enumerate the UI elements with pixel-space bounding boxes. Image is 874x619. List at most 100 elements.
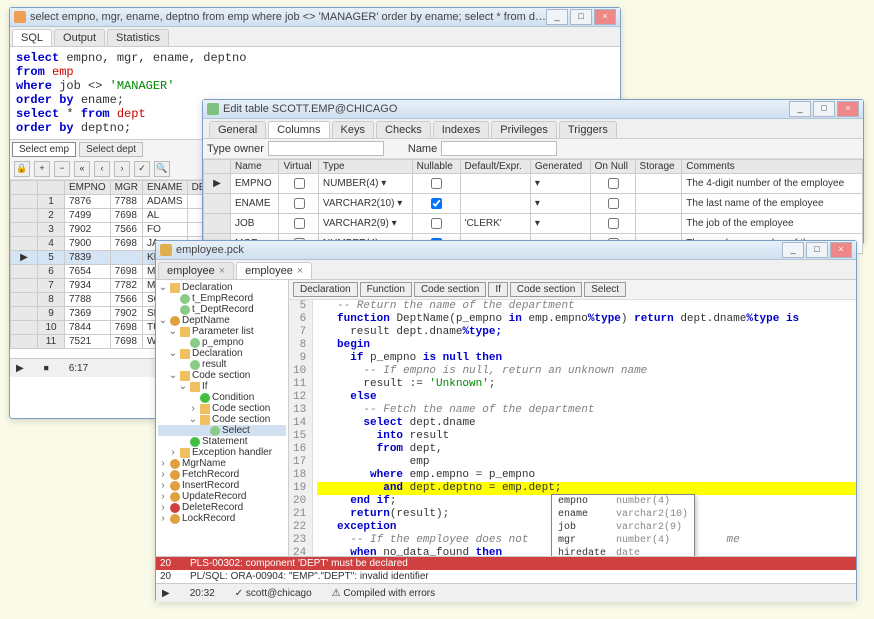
section-code-1[interactable]: Code section [414,282,486,297]
execute-icon[interactable]: ▶ [162,588,170,599]
autocomplete-item[interactable]: hiredatedate [552,547,694,556]
nullable-checkbox[interactable] [431,218,442,229]
table-row[interactable]: ▶EMPNONUMBER(4) ▾ ▾The 4-digit number of… [204,174,863,194]
tree-node-lockrecord[interactable]: ›LockRecord [158,513,286,524]
minimize-button[interactable]: _ [789,101,811,117]
tree-node-if[interactable]: ⌄If [158,381,286,392]
sql-window-icon [14,11,26,23]
table-row[interactable]: 379027566FO [11,223,217,237]
file-tab-employee-1[interactable]: employee× [158,262,234,279]
tree-node-declaration[interactable]: ⌄Declaration [158,348,286,359]
virtual-checkbox[interactable] [294,198,305,209]
autocomplete-item[interactable]: jobvarchar2(9) [552,521,694,534]
sql-window-titlebar[interactable]: select empno, mgr, ename, deptno from em… [10,8,620,27]
close-button[interactable]: × [594,9,616,25]
maximize-button[interactable]: □ [806,242,828,258]
maximize-button[interactable]: □ [813,101,835,117]
maximize-button[interactable]: □ [570,9,592,25]
tree-node-result[interactable]: result [158,359,286,370]
close-button[interactable]: × [830,242,852,258]
tree-node-updaterecord[interactable]: ›UpdateRecord [158,491,286,502]
section-if[interactable]: If [488,282,508,297]
status-user: ✓ scott@chicago [235,588,312,599]
tree-node-deleterecord[interactable]: ›DeleteRecord [158,502,286,513]
section-function[interactable]: Function [360,282,412,297]
stop-icon[interactable]: ⏹ [44,363,49,374]
tree-node-code-section[interactable]: ›Code section [158,403,286,414]
virtual-checkbox[interactable] [294,218,305,229]
commit-button[interactable]: ✓ [134,161,150,177]
edit-table-titlebar[interactable]: Edit table SCOTT.EMP@CHICAGO _ □ × [203,100,863,119]
code-tree[interactable]: ⌄Declarationt_EmpRecordt_DeptRecord⌄Dept… [156,280,289,556]
autocomplete-item[interactable]: empnonumber(4) [552,495,694,508]
tree-node-statement[interactable]: Statement [158,436,286,447]
tree-node-mgrname[interactable]: ›MgrName [158,458,286,469]
tab-checks[interactable]: Checks [376,121,431,138]
first-button[interactable]: « [74,161,90,177]
tab-indexes[interactable]: Indexes [433,121,490,138]
onnull-checkbox[interactable] [608,198,619,209]
section-declaration[interactable]: Declaration [293,282,358,297]
lock-icon[interactable]: 🔒 [14,161,30,177]
close-icon[interactable]: × [297,265,303,277]
table-row[interactable]: 178767788ADAMS [11,195,217,209]
file-tab-employee-2[interactable]: employee× [236,262,312,279]
delete-row-button[interactable]: − [54,161,70,177]
onnull-checkbox[interactable] [608,178,619,189]
execute-icon[interactable]: ▶ [16,363,24,374]
tree-node-condition[interactable]: Condition [158,392,286,403]
edit-table-window: Edit table SCOTT.EMP@CHICAGO _ □ × Gener… [202,99,864,245]
section-select[interactable]: Select [584,282,626,297]
tab-sql[interactable]: SQL [12,29,52,46]
tree-node-fetchrecord[interactable]: ›FetchRecord [158,469,286,480]
tree-node-insertrecord[interactable]: ›InsertRecord [158,480,286,491]
tab-triggers[interactable]: Triggers [559,121,617,138]
subtab-select-emp[interactable]: Select emp [12,142,76,157]
section-code-2[interactable]: Code section [510,282,582,297]
tree-node-declaration[interactable]: ⌄Declaration [158,282,286,293]
minimize-button[interactable]: _ [546,9,568,25]
tree-node-t_deptrecord[interactable]: t_DeptRecord [158,304,286,315]
tree-node-t_emprecord[interactable]: t_EmpRecord [158,293,286,304]
tree-node-code-section[interactable]: ⌄Code section [158,370,286,381]
tab-columns[interactable]: Columns [268,121,329,138]
autocomplete-item[interactable]: enamevarchar2(10) [552,508,694,521]
tree-node-select[interactable]: Select [158,425,286,436]
error-row[interactable]: 20PLS-00302: component 'DEPT' must be de… [156,557,856,570]
name-input[interactable] [441,141,557,156]
nullable-checkbox[interactable] [431,178,442,189]
code-window: employee.pck _ □ × employee× employee× ⌄… [155,240,857,602]
autocomplete-popup[interactable]: empnonumber(4)enamevarchar2(10)jobvarcha… [551,494,695,556]
table-row[interactable]: 274997698AL [11,209,217,223]
code-editor[interactable]: 567891011121314151617181920212223242526 … [289,300,856,556]
nullable-checkbox[interactable] [431,198,442,209]
virtual-checkbox[interactable] [294,178,305,189]
autocomplete-item[interactable]: mgrnumber(4) [552,534,694,547]
tab-output[interactable]: Output [54,29,105,46]
tree-node-code-section[interactable]: ⌄Code section [158,414,286,425]
code-titlebar[interactable]: employee.pck _ □ × [156,241,856,260]
prev-button[interactable]: ‹ [94,161,110,177]
tree-node-parameter-list[interactable]: ⌄Parameter list [158,326,286,337]
tree-node-exception-handler[interactable]: ›Exception handler [158,447,286,458]
cursor-position: 6:17 [69,363,88,374]
table-row[interactable]: ENAMEVARCHAR2(10) ▾ ▾The last name of th… [204,194,863,214]
tree-node-deptname[interactable]: ⌄DeptName [158,315,286,326]
tree-node-p_empno[interactable]: p_empno [158,337,286,348]
close-button[interactable]: × [837,101,859,117]
error-panel[interactable]: 20PLS-00302: component 'DEPT' must be de… [156,556,856,583]
error-row[interactable]: 20PL/SQL: ORA-00904: "EMP"."DEPT": inval… [156,570,856,583]
minimize-button[interactable]: _ [782,242,804,258]
tab-general[interactable]: General [209,121,266,138]
subtab-select-dept[interactable]: Select dept [79,142,143,157]
tab-statistics[interactable]: Statistics [107,29,169,46]
table-row[interactable]: JOBVARCHAR2(9) ▾'CLERK' ▾The job of the … [204,214,863,234]
tab-privileges[interactable]: Privileges [491,121,557,138]
close-icon[interactable]: × [219,265,225,277]
type-owner-input[interactable] [268,141,384,156]
tab-keys[interactable]: Keys [332,121,374,138]
search-icon[interactable]: 🔍 [154,161,170,177]
next-button[interactable]: › [114,161,130,177]
add-row-button[interactable]: + [34,161,50,177]
onnull-checkbox[interactable] [608,218,619,229]
